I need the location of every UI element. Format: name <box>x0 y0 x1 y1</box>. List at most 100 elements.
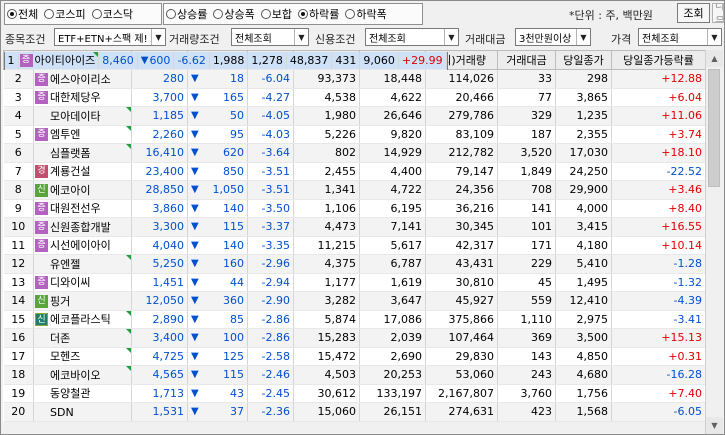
table-row[interactable]: 2 증 에스아이리소 280 ▼ 18 -6.04 93,373 18,448 114,026 33… <box>3 70 706 89</box>
radio-circle-icon[interactable] <box>7 9 17 19</box>
trade-volume-cell: 30,345 <box>425 217 498 237</box>
sort-radio-1[interactable]: 상승폭 <box>211 6 255 22</box>
diff-cell: ▼ 44 <box>187 273 248 292</box>
stock-name: 모아데이타 <box>50 109 101 123</box>
radio-circle-icon[interactable] <box>345 9 356 19</box>
scroll-thumb[interactable] <box>708 69 720 187</box>
close-price-cell: 29,900 <box>555 180 612 200</box>
scroll-down-icon[interactable]: ▼ <box>706 417 723 434</box>
change-rate-cell: -2.46 <box>247 365 294 385</box>
bid-volume-cell: 6,787 <box>359 254 426 274</box>
radio-circle-icon[interactable] <box>260 9 271 19</box>
column-header[interactable]: 당일종가 <box>555 50 612 70</box>
trade-amount-cell: 3,520 <box>497 143 556 163</box>
stock-status-badge: 증 <box>35 220 48 234</box>
stock-name-cell[interactable]: 증 에스아이리소 <box>33 70 132 89</box>
sort-radio-label: 하락폭 <box>356 8 387 21</box>
trade-amount-cell: 1,849 <box>497 162 556 181</box>
table-row[interactable]: 11 증 시선에이아이 4,040 ▼ 140 -3.35 11,215 5,617 42,317… <box>3 236 706 255</box>
column-header[interactable]: 당일종가등락률 <box>611 50 706 70</box>
table-row[interactable]: 18 에코바이오 4,565 ▼ 115 -2.46 4,503 20,253 53,060 24… <box>3 365 706 385</box>
table-row[interactable]: 13 증 디와이씨 1,451 ▼ 44 -2.94 1,177 1,619 30,810 45 1,… <box>3 273 706 292</box>
stock-name-cell[interactable]: 증 대원전선우 <box>33 199 132 218</box>
table-row[interactable]: 9 증 대원전선우 3,860 ▼ 140 -3.50 1,106 6,195 36,216 141… <box>3 199 706 218</box>
table-row[interactable]: 19 동양철관 1,713 ▼ 43 -2.45 30,612 133,197 2,167,80… <box>3 384 706 403</box>
radio-circle-icon[interactable] <box>298 9 308 19</box>
stock-name-cell[interactable]: SDN <box>33 402 132 422</box>
trade-amount-cell: 45 <box>497 273 556 292</box>
stock-name-cell[interactable]: 증 디와이씨 <box>33 273 132 292</box>
stock-name-cell[interactable]: 증 아이티아이즈 <box>18 51 100 70</box>
stock-name-cell[interactable]: 더존 <box>33 328 132 348</box>
sort-radio-2[interactable]: 보합 <box>259 6 292 22</box>
close-price-cell: 17,030 <box>555 143 612 163</box>
stock-name-cell[interactable]: 증 시선에이아이 <box>33 236 132 255</box>
stock-name-cell[interactable]: 동양철관 <box>33 384 132 403</box>
stock-name-cell[interactable]: 경 계룡건설 <box>33 162 132 181</box>
market-radio-label: 코스피 <box>55 8 86 21</box>
table-row[interactable]: 14 신 핑거 12,050 ▼ 360 -2.90 3,282 3,647 45,927 559 1… <box>3 291 706 311</box>
stock-name-cell[interactable]: 신 핑거 <box>33 291 132 311</box>
rank-cell: 6 <box>3 143 34 163</box>
radio-circle-icon[interactable] <box>91 9 102 19</box>
query-button[interactable]: 조회 <box>677 3 710 23</box>
table-row[interactable]: 3 증 대한제당우 3,700 ▼ 165 -4.27 4,538 4,622 20,466 77 3… <box>3 88 706 107</box>
credit-condition-select[interactable]: 전체조회 ▼ <box>365 28 459 46</box>
diff-value: 37 <box>230 405 244 419</box>
market-radio-0[interactable]: 전체 <box>5 6 38 22</box>
trade-amount-cell: 243 <box>497 365 556 385</box>
table-row[interactable]: 8 신 에코아이 28,850 ▼ 1,050 -3.51 1,341 4,722 24,356 7… <box>3 180 706 200</box>
amount-select[interactable]: 3천만원이상 ▼ <box>515 28 591 46</box>
bid-volume-cell: 14,929 <box>359 143 426 163</box>
stock-name-cell[interactable]: 증 신원종합개발 <box>33 217 132 237</box>
vertical-scrollbar[interactable]: ▲ ▼ <box>705 50 723 434</box>
stock-name-cell[interactable]: 증 대한제당우 <box>33 88 132 107</box>
table-row[interactable]: 17 모헨즈 4,725 ▼ 125 -2.58 15,472 2,690 29,830 143 4… <box>3 347 706 366</box>
rank-cell: 1 <box>4 51 19 70</box>
sort-radio-0[interactable]: 상승률 <box>164 6 207 22</box>
table-row[interactable]: 12 유엔젤 5,250 ▼ 160 -2.96 4,375 6,787 43,431 229 5,… <box>3 254 706 274</box>
down-arrow-icon: ▼ <box>191 276 199 288</box>
bid-volume-cell: 1,619 <box>359 273 426 292</box>
stock-name-cell[interactable]: 에코바이오 <box>33 365 132 385</box>
table-row[interactable]: 15 신 에코플라스틱 2,890 ▼ 85 -2.86 5,874 17,086 375,866… <box>3 310 706 329</box>
table-row[interactable]: 4 모아데이타 1,185 ▼ 50 -4.05 1,980 26,646 279,786 329… <box>3 106 706 126</box>
diff-cell: ▼ 43 <box>187 384 248 403</box>
market-radio-1[interactable]: 코스피 <box>42 6 86 22</box>
stock-name-cell[interactable]: 증 엠투엔 <box>33 125 132 144</box>
radio-circle-icon[interactable] <box>44 9 55 19</box>
diff-value: 115 <box>223 220 244 234</box>
stock-condition-select[interactable]: ETF+ETN+스팩 제! ▼ <box>54 28 166 46</box>
table-row[interactable]: 16 더존 3,400 ▼ 100 -2.86 15,283 2,039 107,464 369 3… <box>3 328 706 348</box>
sort-radio-4[interactable]: 하락폭 <box>343 6 387 22</box>
stock-name-cell[interactable]: 심플랫폼 <box>33 143 132 163</box>
stock-name-cell[interactable]: 신 에코아이 <box>33 180 132 200</box>
close-rate-cell: +3.46 <box>611 180 706 200</box>
market-radio-2[interactable]: 코스닥 <box>90 6 133 22</box>
table-row[interactable]: 6 심플랫폼 16,410 ▼ 620 -3.64 802 14,929 212,782 3,52… <box>3 143 706 163</box>
table-row[interactable]: 5 증 엠투엔 2,260 ▼ 95 -4.03 5,226 9,820 83,109 187 2,3… <box>3 125 706 144</box>
trade-amount-cell: 329 <box>497 106 556 126</box>
change-rate-cell: -3.35 <box>247 236 294 255</box>
next-button[interactable]: 다음 <box>712 3 724 23</box>
close-rate-cell: +15.13 <box>611 328 706 348</box>
volume-condition-select[interactable]: 전체조회 ▼ <box>231 28 309 46</box>
volume-condition-value: 전체조회 <box>235 33 272 45</box>
close-price-cell: 12,410 <box>555 291 612 311</box>
stock-name-cell[interactable]: 모헨즈 <box>33 347 132 366</box>
stock-name-cell[interactable]: 신 에코플라스틱 <box>33 310 132 329</box>
radio-circle-icon[interactable] <box>166 9 176 19</box>
stock-name: 대원전선우 <box>50 202 101 215</box>
table-row[interactable]: 1 증 아이티아이즈 8,460 ▼ 600 -6.62 1,988 1,278 48,837 43… <box>3 51 448 70</box>
table-row[interactable]: 7 경 계룡건설 23,400 ▼ 850 -3.51 2,455 4,400 79,147 1,8… <box>3 162 706 181</box>
radio-circle-icon[interactable] <box>213 9 224 19</box>
column-header[interactable]: 거래대금 <box>497 50 556 70</box>
stock-name-cell[interactable]: 모아데이타 <box>33 106 132 126</box>
sort-radio-3[interactable]: 하락률 <box>296 6 339 22</box>
table-row[interactable]: 20 SDN 1,531 ▼ 37 -2.36 15,060 26,151 274,631 423… <box>3 402 706 422</box>
rank-cell: 7 <box>3 162 34 181</box>
price-select[interactable]: 전체조회 ▼ <box>638 28 722 46</box>
scroll-up-icon[interactable]: ▲ <box>706 50 723 67</box>
stock-name-cell[interactable]: 유엔젤 <box>33 254 132 274</box>
table-row[interactable]: 10 증 신원종합개발 3,300 ▼ 115 -3.37 4,473 7,141 30,345 1… <box>3 217 706 237</box>
